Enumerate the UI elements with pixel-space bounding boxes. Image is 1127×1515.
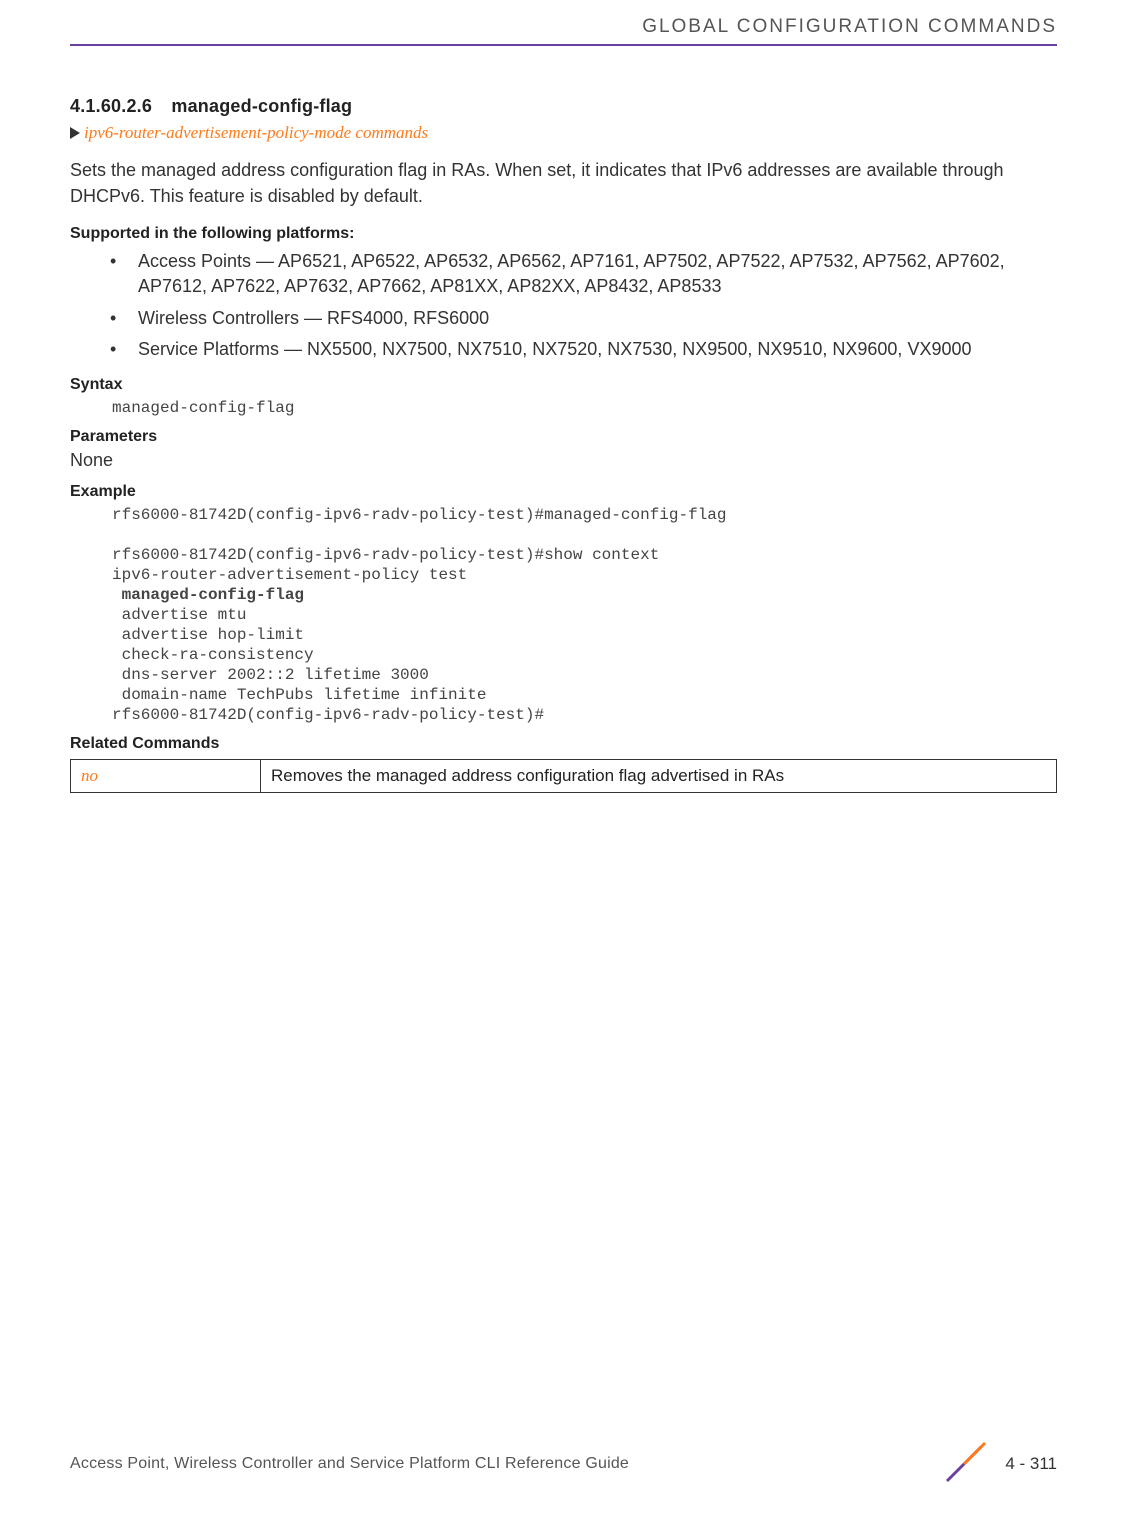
- section-description: Sets the managed address configuration f…: [70, 157, 1057, 209]
- related-heading: Related Commands: [70, 735, 1057, 753]
- section-number: 4.1.60.2.6: [70, 96, 152, 116]
- example-code: rfs6000-81742D(config-ipv6-radv-policy-t…: [70, 505, 1057, 725]
- breadcrumb-arrow-icon: [70, 127, 80, 139]
- section-title-spacer: [157, 96, 167, 116]
- syntax-heading: Syntax: [70, 376, 1057, 394]
- list-item: Access Points — AP6521, AP6522, AP6532, …: [110, 249, 1057, 299]
- page-container: GLOBAL CONFIGURATION COMMANDS 4.1.60.2.6…: [0, 0, 1127, 1515]
- list-item: Wireless Controllers — RFS4000, RFS6000: [110, 306, 1057, 331]
- supported-list: Access Points — AP6521, AP6522, AP6532, …: [70, 249, 1057, 362]
- section-heading: 4.1.60.2.6 managed-config-flag: [70, 96, 1057, 117]
- related-desc: Removes the managed address configuratio…: [261, 759, 1057, 792]
- code-line-bold: managed-config-flag: [112, 586, 304, 604]
- code-line: rfs6000-81742D(config-ipv6-radv-policy-t…: [112, 546, 659, 564]
- code-line: ipv6-router-advertisement-policy test: [112, 566, 467, 584]
- related-commands-table: no Removes the managed address configura…: [70, 759, 1057, 793]
- parameters-value: None: [70, 450, 1057, 471]
- code-line: rfs6000-81742D(config-ipv6-radv-policy-t…: [112, 506, 727, 524]
- header: GLOBAL CONFIGURATION COMMANDS: [70, 0, 1057, 38]
- footer-slash-icon: [941, 1441, 987, 1487]
- breadcrumb-text[interactable]: ipv6-router-advertisement-policy-mode co…: [84, 123, 428, 143]
- footer-doc-title: Access Point, Wireless Controller and Se…: [70, 1455, 629, 1473]
- header-rule: [70, 44, 1057, 46]
- footer: Access Point, Wireless Controller and Se…: [70, 1441, 1057, 1487]
- parameters-heading: Parameters: [70, 428, 1057, 446]
- section-title: managed-config-flag: [171, 96, 352, 116]
- code-line: check-ra-consistency: [112, 646, 314, 664]
- list-item: Service Platforms — NX5500, NX7500, NX75…: [110, 337, 1057, 362]
- footer-right: 4 - 311: [941, 1441, 1057, 1487]
- code-line: advertise mtu: [112, 606, 246, 624]
- page-number: 4 - 311: [1005, 1454, 1057, 1474]
- example-heading: Example: [70, 483, 1057, 501]
- supported-heading: Supported in the following platforms:: [70, 225, 1057, 243]
- chapter-title: GLOBAL CONFIGURATION COMMANDS: [642, 16, 1057, 37]
- related-cmd[interactable]: no: [71, 759, 261, 792]
- code-line: advertise hop-limit: [112, 626, 304, 644]
- code-line: domain-name TechPubs lifetime infinite: [112, 686, 486, 704]
- syntax-code: managed-config-flag: [70, 398, 1057, 418]
- code-line: dns-server 2002::2 lifetime 3000: [112, 666, 429, 684]
- code-line: rfs6000-81742D(config-ipv6-radv-policy-t…: [112, 706, 544, 724]
- breadcrumb: ipv6-router-advertisement-policy-mode co…: [70, 123, 1057, 143]
- table-row: no Removes the managed address configura…: [71, 759, 1057, 792]
